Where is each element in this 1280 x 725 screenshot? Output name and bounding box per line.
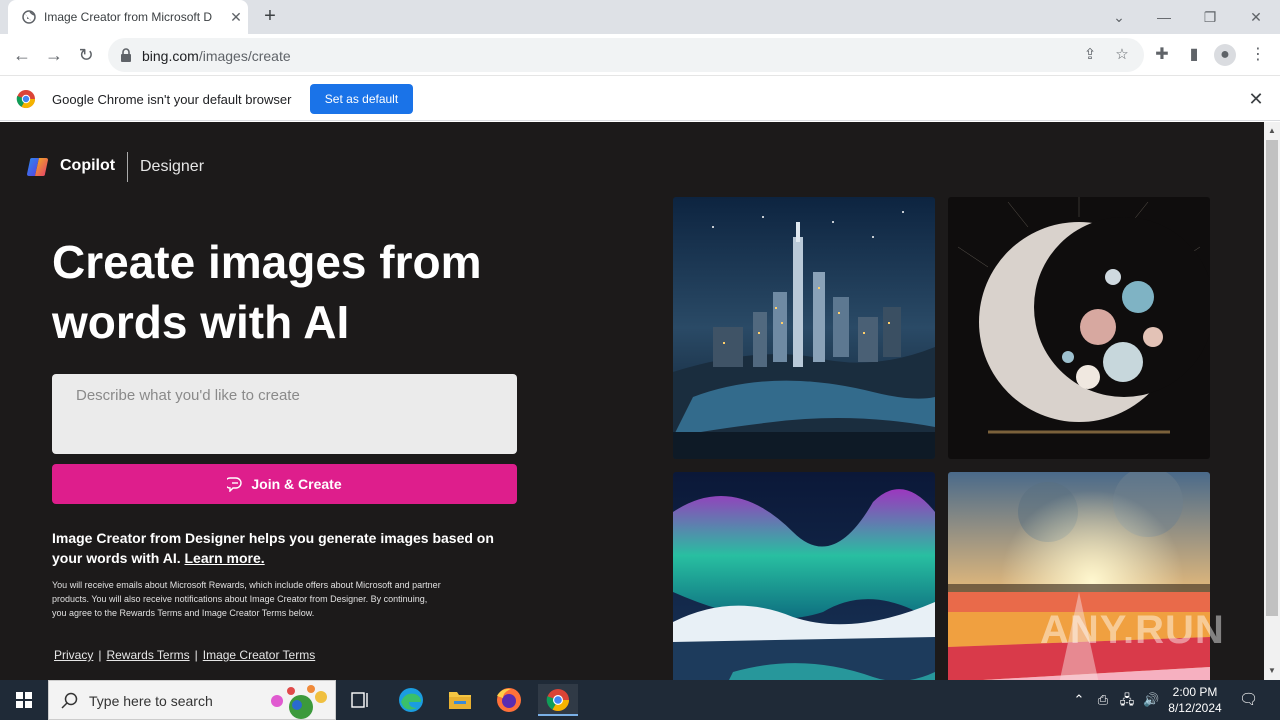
learn-more-link[interactable]: Learn more. [185,550,265,566]
tab-strip: Image Creator from Microsoft D ✕ + ⌄ — ❐… [0,0,1280,34]
gallery-image-aurora[interactable] [673,472,935,680]
join-create-button[interactable]: Join & Create [52,464,517,504]
city-image [673,197,935,459]
scroll-up-icon[interactable]: ▲ [1267,126,1277,136]
taskbar-clock[interactable]: 2:00 PM 8/12/2024 [1160,684,1230,716]
page-scrollbar[interactable]: ▲ ▼ [1264,122,1280,680]
clock-time: 2:00 PM [1172,685,1218,699]
task-view-icon[interactable] [340,684,380,716]
gallery-image-city[interactable] [673,197,935,459]
chrome-taskbar-icon[interactable] [538,684,578,716]
restore-icon[interactable]: ❐ [1198,5,1222,29]
back-icon[interactable]: ← [10,43,34,67]
start-button[interactable] [0,680,48,720]
windows-logo-icon [16,692,32,708]
clock-date: 8/12/2024 [1168,701,1222,715]
page-headline: Create images from words with AI [52,236,482,348]
description: Image Creator from Designer helps you ge… [52,528,522,568]
aurora-image [673,472,935,680]
windows-taskbar: Type here to search ⌃ ⎙ 🖧 🔊 2:00 PM 8/12… [0,680,1280,720]
privacy-link[interactable]: Privacy [54,648,93,662]
search-placeholder: Type here to search [89,693,213,709]
minimize-icon[interactable]: — [1152,5,1176,29]
extensions-icon[interactable]: ✚ [1151,44,1173,66]
page-content: Copilot Designer Create images from word… [0,122,1264,680]
menu-kebab-icon[interactable]: ⋮ [1247,44,1269,66]
designer-label: Designer [140,158,205,175]
copilot-logo-icon [27,158,48,176]
set-as-default-button[interactable]: Set as default [310,84,413,114]
tray-chevron-icon[interactable]: ⌃ [1071,692,1087,708]
address-bar[interactable]: bing.com/images/create ⇪ ☆ [108,38,1144,72]
anyrun-watermark: ANY.RUN [1040,608,1225,652]
tab-search-chevron-icon[interactable]: ⌄ [1107,5,1131,29]
description-text: Image Creator from Designer helps you ge… [52,530,494,566]
file-explorer-icon[interactable] [440,684,480,716]
forward-icon[interactable]: → [42,43,66,67]
rewards-terms-link[interactable]: Rewards Terms [106,648,189,662]
scrollbar-thumb[interactable] [1266,140,1278,616]
side-panel-icon[interactable]: ▮ [1183,44,1205,66]
chrome-logo-icon [16,90,35,109]
infobar-close-icon[interactable]: ✕ [1246,89,1266,109]
browser-tab[interactable]: Image Creator from Microsoft D ✕ [8,0,248,34]
globe-icon [22,10,36,24]
fine-print: You will receive emails about Microsoft … [52,580,441,618]
tab-close-icon[interactable]: ✕ [228,9,244,25]
gallery-image-moon[interactable] [948,197,1210,459]
brand-divider [127,152,128,182]
image-creator-terms-link[interactable]: Image Creator Terms [203,648,315,662]
moon-image [948,197,1210,459]
copilot-label: Copilot [60,157,116,174]
search-highlight-icon [271,685,327,719]
scroll-down-icon[interactable]: ▼ [1267,666,1277,676]
tab-title: Image Creator from Microsoft D [44,10,213,24]
share-icon[interactable]: ⇪ [1080,45,1100,65]
browser-toolbar: ← → ↻ bing.com/images/create ⇪ ☆ ✚ ▮ ● ⋮ [0,34,1280,76]
network-icon[interactable]: 🖧 [1119,692,1135,708]
search-icon [61,692,78,709]
tray-device-icon[interactable]: ⎙ [1095,692,1111,708]
footer-links: Privacy | Rewards Terms | Image Creator Term… [54,648,316,662]
lock-icon [121,48,131,62]
infobar-message: Google Chrome isn't your default browser [52,92,292,107]
bookmark-star-icon[interactable]: ☆ [1112,45,1132,65]
new-tab-icon[interactable]: + [260,6,280,26]
join-create-label: Join & Create [251,476,342,492]
url-text: bing.com/images/create [142,48,291,64]
default-browser-infobar: Google Chrome isn't your default browser… [0,77,1280,121]
taskbar-search-box[interactable]: Type here to search [48,680,336,720]
profile-avatar-icon[interactable]: ● [1214,44,1236,66]
volume-icon[interactable]: 🔊 [1143,692,1159,708]
notifications-icon[interactable]: 🗨 [1239,692,1258,708]
window-close-icon[interactable]: ✕ [1244,5,1268,29]
edge-icon[interactable] [391,684,431,716]
reload-icon[interactable]: ↻ [74,43,98,67]
prompt-input[interactable] [52,374,517,454]
firefox-icon[interactable] [489,684,529,716]
create-icon [227,477,242,492]
